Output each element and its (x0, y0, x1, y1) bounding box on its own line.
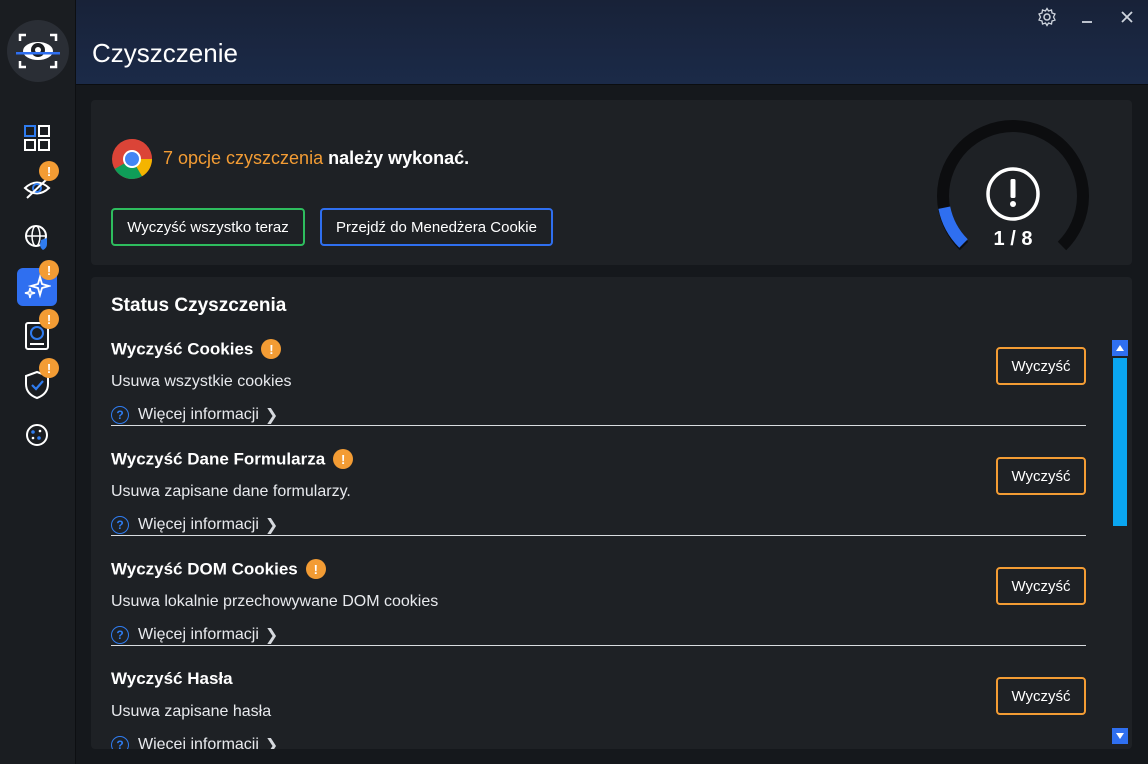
page-title: Czyszczenie (92, 38, 238, 68)
warning-badge: ! (39, 161, 59, 181)
warning-badge: ! (39, 358, 59, 378)
more-info-link[interactable]: ? Więcej informacji ❯ (111, 735, 278, 749)
sidebar-item-cleaning[interactable]: ! (17, 260, 59, 306)
list-item: Wyczyść DOM Cookies! Usuwa lokalnie prze… (111, 559, 1086, 669)
scroll-up-arrow-icon[interactable] (1112, 340, 1128, 356)
status-panel: Status Czyszczenia Wyczyść Cookies! Usuw… (91, 277, 1132, 749)
chevron-right-icon: ❯ (264, 517, 279, 534)
warning-badge: ! (39, 309, 59, 329)
item-description: Usuwa wszystkie cookies (111, 373, 292, 390)
list-item: Wyczyść Hasła Usuwa zapisane hasła ? Więc… (111, 669, 1086, 749)
progress-gauge: 1 / 8 (936, 118, 1090, 252)
clean-button[interactable]: Wyczyść (996, 677, 1086, 715)
divider (111, 645, 1086, 646)
app-logo (7, 20, 69, 82)
chevron-right-icon: ❯ (264, 737, 279, 749)
close-icon[interactable] (1116, 6, 1138, 28)
summary-rest: należy wykonać. (323, 148, 470, 168)
cookie-manager-button[interactable]: Przejdź do Menedżera Cookie (320, 208, 553, 246)
divider (111, 535, 1086, 536)
sidebar-item-disk[interactable]: ! (17, 309, 59, 355)
scroll-thumb[interactable] (1113, 358, 1127, 526)
warning-icon: ! (333, 449, 354, 469)
clean-button[interactable]: Wyczyść (996, 567, 1086, 605)
item-title: Wyczyść Hasła (111, 669, 233, 688)
item-title: Wyczyść DOM Cookies! (111, 559, 326, 580)
scrollbar[interactable] (1112, 340, 1128, 744)
header: Czyszczenie (76, 0, 1148, 85)
globe-shield-icon (25, 225, 47, 250)
help-icon: ? (111, 736, 129, 749)
chevron-right-icon: ❯ (264, 407, 279, 424)
chevron-right-icon: ❯ (264, 627, 279, 644)
item-title: Wyczyść Dane Formularza! (111, 449, 354, 470)
summary-text: 7 opcje czyszczenia należy wykonać. (163, 148, 469, 169)
sidebar-item-cookies[interactable] (17, 416, 57, 454)
eye-logo-icon (16, 33, 60, 69)
item-description: Usuwa zapisane dane formularzy. (111, 483, 351, 500)
grid-icon (24, 125, 50, 151)
help-icon: ? (111, 406, 129, 424)
item-description: Usuwa zapisane hasła (111, 703, 272, 720)
more-info-link[interactable]: ? Więcej informacji ❯ (111, 405, 278, 425)
divider (111, 425, 1086, 426)
summary-panel: 7 opcje czyszczenia należy wykonać. Wycz… (91, 100, 1132, 265)
scroll-down-arrow-icon[interactable] (1112, 728, 1128, 744)
minimize-icon[interactable] (1076, 6, 1098, 28)
warning-icon: ! (261, 339, 282, 359)
clean-button[interactable]: Wyczyść (996, 347, 1086, 385)
sidebar: ! ! ! ! (0, 0, 76, 764)
warning-badge: ! (39, 260, 59, 280)
list-item: Wyczyść Cookies! Usuwa wszystkie cookies… (111, 339, 1086, 449)
sidebar-item-web[interactable] (17, 218, 57, 256)
sidebar-item-dashboard[interactable] (17, 119, 57, 157)
help-icon: ? (111, 516, 129, 534)
settings-icon[interactable] (1036, 6, 1058, 28)
sidebar-item-privacy[interactable]: ! (17, 161, 59, 207)
clean-button[interactable]: Wyczyść (996, 457, 1086, 495)
clean-all-button[interactable]: Wyczyść wszystko teraz (111, 208, 305, 246)
more-info-link[interactable]: ? Więcej informacji ❯ (111, 515, 278, 535)
sidebar-item-protection[interactable]: ! (17, 358, 59, 404)
warning-icon: ! (305, 559, 326, 579)
progress-count: 1 / 8 (993, 228, 1033, 250)
item-title: Wyczyść Cookies! (111, 339, 282, 360)
chrome-icon (112, 139, 152, 179)
status-title: Status Czyszczenia (111, 295, 287, 316)
pending-count: 7 opcje czyszczenia (163, 148, 324, 168)
list-item: Wyczyść Dane Formularza! Usuwa zapisane … (111, 449, 1086, 559)
help-icon: ? (111, 626, 129, 644)
item-description: Usuwa lokalnie przechowywane DOM cookies (111, 593, 439, 610)
more-info-link[interactable]: ? Więcej informacji ❯ (111, 625, 278, 645)
cookie-icon (26, 424, 48, 446)
